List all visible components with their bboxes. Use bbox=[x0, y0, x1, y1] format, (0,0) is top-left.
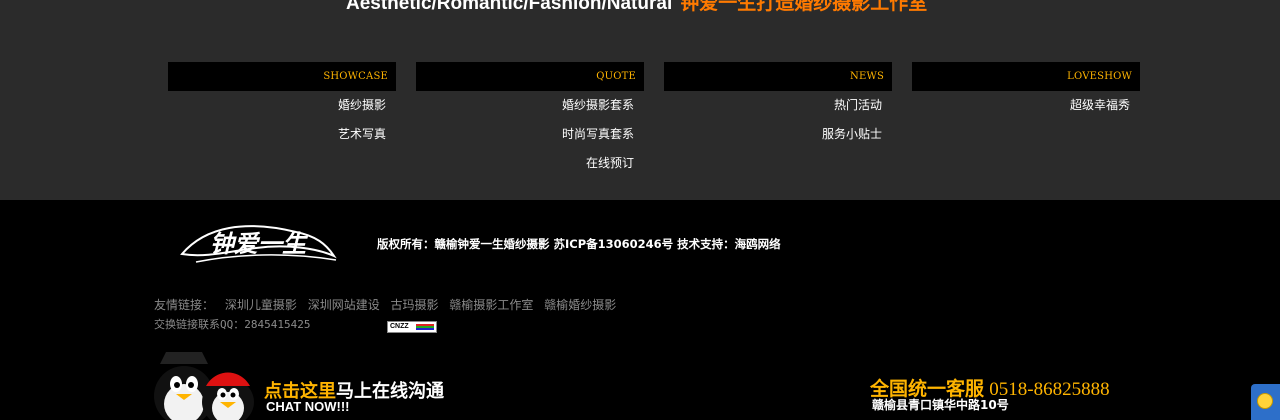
online-service-float-button[interactable] bbox=[1251, 384, 1280, 420]
friend-link[interactable]: 古玛摄影 bbox=[391, 298, 439, 312]
brand-logo[interactable]: 钟爱一生 bbox=[176, 218, 340, 268]
friend-link[interactable]: 赣榆婚纱摄影 bbox=[544, 298, 616, 312]
column-title: SHOWCASE bbox=[168, 62, 396, 91]
nav-link-portrait-packages[interactable]: 时尚写真套系 bbox=[416, 120, 644, 149]
friend-links-label: 友情链接： bbox=[154, 298, 215, 312]
nav-link-hot-events[interactable]: 热门活动 bbox=[664, 91, 892, 120]
nav-column-loveshow: LOVESHOW 超级幸福秀 bbox=[912, 62, 1140, 120]
exchange-links-qq: 交换链接联系QQ：2845415425 bbox=[154, 318, 311, 331]
nav-link-wedding-packages[interactable]: 婚纱摄影套系 bbox=[416, 91, 644, 120]
chat-rest: 马上在线沟通 bbox=[336, 381, 444, 401]
slogan: Aesthetic/Romantic/Fashion/Natural 钟爱一生打造… bbox=[346, 0, 927, 15]
column-title: QUOTE bbox=[416, 62, 644, 91]
cnzz-label: CNZZ bbox=[390, 323, 409, 330]
slogan-english: Aesthetic/Romantic/Fashion/Natural bbox=[346, 0, 673, 14]
qq-penguin-red-icon bbox=[202, 372, 254, 420]
address: 赣榆县青口镇华中路10号 bbox=[872, 398, 1009, 412]
column-title: LOVESHOW bbox=[912, 62, 1140, 91]
chat-highlight: 点击这里 bbox=[264, 381, 336, 401]
nav-link-wedding-photo[interactable]: 婚纱摄影 bbox=[168, 91, 396, 120]
friend-links: 友情链接： 深圳儿童摄影 深圳网站建设 古玛摄影 赣榆摄影工作室 赣榆婚纱摄影 bbox=[154, 296, 623, 313]
nav-column-news: NEWS 热门活动 服务小贴士 bbox=[664, 62, 892, 149]
nav-link-art-portrait[interactable]: 艺术写真 bbox=[168, 120, 396, 149]
nav-column-showcase: SHOWCASE 婚纱摄影 艺术写真 bbox=[168, 62, 396, 149]
smiley-icon bbox=[1257, 393, 1273, 409]
cnzz-stats-badge[interactable]: CNZZ bbox=[387, 321, 437, 333]
copyright-text: 版权所有：赣榆钟爱一生婚纱摄影 苏ICP备13060246号 技术支持：海鸥网络 bbox=[377, 237, 781, 251]
slogan-chinese: 钟爱一生打造婚纱摄影工作室 bbox=[680, 0, 928, 14]
friend-link[interactable]: 赣榆摄影工作室 bbox=[449, 298, 533, 312]
nav-link-happiness-show[interactable]: 超级幸福秀 bbox=[912, 91, 1140, 120]
friend-link[interactable]: 深圳网站建设 bbox=[308, 298, 380, 312]
nav-column-quote: QUOTE 婚纱摄影套系 时尚写真套系 在线预订 bbox=[416, 62, 644, 178]
footer-nav-band: Aesthetic/Romantic/Fashion/Natural 钟爱一生打造… bbox=[0, 0, 1280, 200]
column-title: NEWS bbox=[664, 62, 892, 91]
logo-text: 钟爱一生 bbox=[210, 229, 309, 258]
cnzz-bars-icon bbox=[416, 324, 434, 330]
chat-now-en[interactable]: CHAT NOW!!! bbox=[266, 399, 350, 414]
friend-link[interactable]: 深圳儿童摄影 bbox=[225, 298, 297, 312]
nav-link-online-booking[interactable]: 在线预订 bbox=[416, 149, 644, 178]
nav-link-service-tips[interactable]: 服务小贴士 bbox=[664, 120, 892, 149]
